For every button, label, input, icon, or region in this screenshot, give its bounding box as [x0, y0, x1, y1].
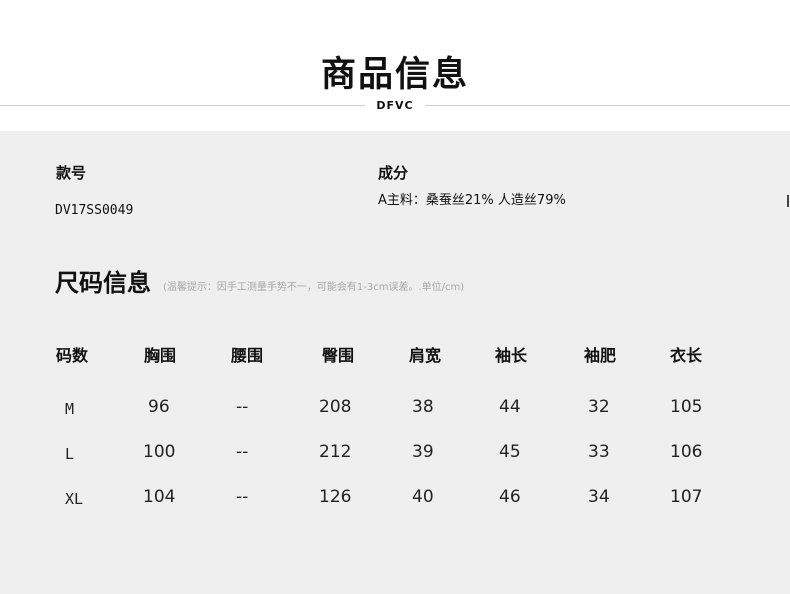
cell-sleeve-width: 33: [588, 442, 610, 462]
cell-chest: 104: [143, 487, 176, 507]
cell-shoulder: 39: [412, 442, 434, 462]
cell-length: 105: [670, 397, 703, 417]
cell-sleeve-length: 45: [499, 442, 521, 462]
cell-size: L: [65, 445, 75, 463]
header: 商品信息 DFVC: [0, 0, 790, 131]
cell-size: XL: [65, 490, 84, 508]
edge-mark: [787, 195, 789, 207]
cell-hip: 208: [319, 397, 352, 417]
composition-value: A主料：桑蚕丝21% 人造丝79%: [378, 193, 566, 208]
style-number-label: 款号: [56, 164, 87, 182]
cell-length: 106: [670, 442, 703, 462]
cell-length: 107: [670, 487, 703, 507]
composition-label: 成分: [378, 164, 409, 182]
cell-size: M: [65, 400, 75, 418]
size-section-title: 尺码信息: [55, 269, 151, 297]
size-note: (温馨提示：因手工测量手势不一，可能会有1-3cm误差。.单位/cm): [163, 282, 465, 293]
cell-hip: 126: [319, 487, 352, 507]
cell-chest: 100: [143, 442, 176, 462]
header-length: 衣长: [670, 346, 703, 365]
header-waist: 腰围: [231, 346, 264, 365]
cell-sleeve-length: 44: [499, 397, 521, 417]
header-sleeve-length: 袖长: [495, 346, 528, 365]
header-size: 码数: [56, 346, 89, 365]
style-number-value: DV17SS0049: [55, 203, 134, 218]
cell-shoulder: 40: [412, 487, 434, 507]
header-chest: 胸围: [144, 346, 177, 365]
cell-hip: 212: [319, 442, 352, 462]
cell-waist: --: [236, 397, 249, 417]
cell-waist: --: [236, 487, 249, 507]
header-hip: 臀围: [322, 346, 355, 365]
page-title: 商品信息: [320, 55, 469, 95]
cell-waist: --: [236, 442, 249, 462]
cell-sleeve-width: 34: [588, 487, 610, 507]
cell-sleeve-width: 32: [588, 397, 610, 417]
header-sleeve-width: 袖肥: [584, 346, 617, 365]
brand-label: DFVC: [365, 99, 425, 113]
cell-chest: 96: [148, 397, 170, 417]
header-shoulder: 肩宽: [409, 346, 442, 365]
cell-shoulder: 38: [412, 397, 434, 417]
cell-sleeve-length: 46: [499, 487, 521, 507]
info-panel: 款号 DV17SS0049 成分 A主料：桑蚕丝21% 人造丝79% 尺码信息 …: [0, 131, 790, 594]
